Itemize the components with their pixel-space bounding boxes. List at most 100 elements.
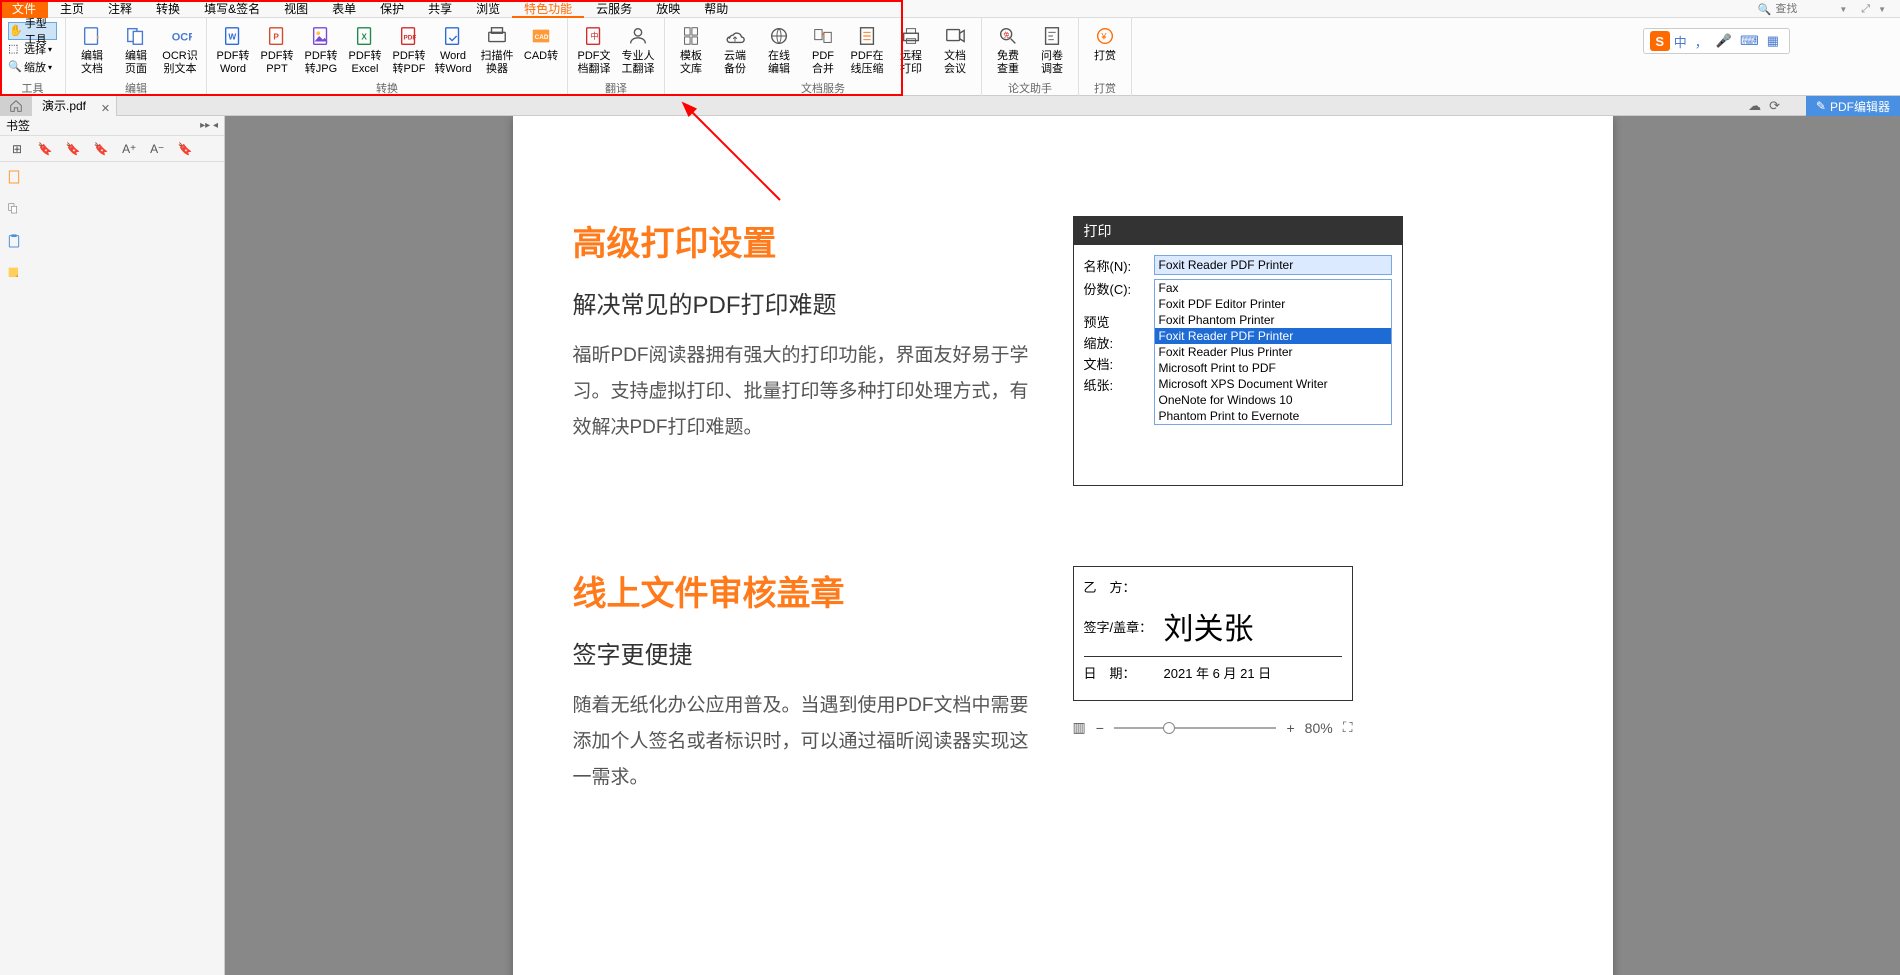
ime-keyboard-icon[interactable]: ⌨: [1740, 33, 1759, 49]
hand-tool[interactable]: ✋手型工具: [8, 22, 57, 40]
template-button[interactable]: 模板 文库: [669, 20, 713, 76]
meeting-button[interactable]: 文档 会议: [933, 20, 977, 76]
group-paper-label: 论文助手: [986, 80, 1074, 94]
pdf-editor-button[interactable]: ✎ PDF编辑器: [1806, 96, 1900, 116]
section1-heading: 高级打印设置: [573, 216, 1043, 265]
zoom-slider[interactable]: [1114, 727, 1277, 729]
bm-delete-icon[interactable]: 🔖: [92, 140, 110, 158]
sidetab-pages[interactable]: [3, 198, 25, 220]
ime-punct-icon[interactable]: ，: [1695, 32, 1708, 51]
pdf-page: 高级打印设置 解决常见的PDF打印难题 福昕PDF阅读器拥有强大的打印功能，界面…: [513, 116, 1613, 975]
document-tab[interactable]: 演示.pdf✕: [32, 96, 117, 116]
remote-print-button[interactable]: 远程 打印: [889, 20, 933, 76]
pdf-to-word-button[interactable]: WPDF转 Word: [211, 20, 255, 76]
sidetab-clipboard[interactable]: [3, 230, 25, 252]
reward-button[interactable]: ¥打赏: [1083, 20, 1127, 63]
menu-form[interactable]: 表单: [320, 0, 368, 18]
document-canvas[interactable]: 高级打印设置 解决常见的PDF打印难题 福昕PDF阅读器拥有强大的打印功能，界面…: [225, 116, 1900, 975]
menu-share[interactable]: 共享: [416, 0, 464, 18]
section2-paragraph: 随着无纸化办公应用普及。当遇到使用PDF文档中需要添加个人签名或者标识时，可以通…: [573, 688, 1043, 796]
pdf-translate-button[interactable]: 中PDF文 档翻译: [572, 20, 616, 76]
printer-option: Microsoft XPS Document Writer: [1155, 376, 1391, 392]
side-tabs: [0, 162, 28, 284]
menu-comment[interactable]: 注释: [96, 0, 144, 18]
edit-doc-button[interactable]: 编辑 文档: [70, 20, 114, 76]
cad-button[interactable]: CADCAD转: [519, 20, 563, 63]
fullscreen-icon[interactable]: ⛶: [1343, 719, 1353, 736]
printer-option: Phantom Print to Evernote: [1155, 408, 1391, 424]
word-convert-button[interactable]: Word 转Word: [431, 20, 475, 76]
pdf-to-jpg-button[interactable]: PDF转 转JPG: [299, 20, 343, 76]
sidetab-notes[interactable]: [3, 262, 25, 284]
printer-list: FaxFoxit PDF Editor PrinterFoxit Phantom…: [1154, 279, 1392, 425]
menu-protect[interactable]: 保护: [368, 0, 416, 18]
ime-mic-icon[interactable]: 🎤: [1716, 33, 1732, 49]
pdf-to-ppt-button[interactable]: PPDF转 PPT: [255, 20, 299, 76]
work-area: 书签 ▸▸ ◂ ⊞ 🔖 🔖 🔖 A+ A− 🔖 高级打印设置 解决常见的PDF打…: [0, 116, 1900, 975]
ime-bar[interactable]: S 中 ， 🎤 ⌨ ▦: [1643, 28, 1790, 54]
svg-text:免: 免: [1003, 30, 1010, 39]
zoom-tool[interactable]: 🔍缩放▾: [8, 58, 57, 76]
printer-option: Foxit Reader Plus Printer: [1155, 344, 1391, 360]
sogou-logo-icon: S: [1650, 31, 1670, 51]
pdf-merge-button[interactable]: PDF 合并: [801, 20, 845, 76]
panel-collapse-icon[interactable]: ▸▸ ◂: [200, 120, 218, 131]
zoom-in-button[interactable]: +: [1286, 720, 1294, 736]
search-dropdown-icon[interactable]: ▼: [1839, 5, 1847, 14]
menu-view[interactable]: 视图: [272, 0, 320, 18]
edit-page-button[interactable]: 编辑 页面: [114, 20, 158, 76]
expand-icon[interactable]: ⤢: [1861, 3, 1870, 16]
menu-cloud[interactable]: 云服务: [584, 0, 644, 18]
ime-grid-icon[interactable]: ▦: [1767, 33, 1779, 49]
svg-text:中: 中: [590, 31, 598, 41]
menu-fillsign[interactable]: 填写&签名: [192, 0, 272, 18]
group-convert-label: 转换: [211, 80, 563, 94]
menu-special[interactable]: 特色功能: [512, 0, 584, 18]
survey-button[interactable]: 问卷 调查: [1030, 20, 1074, 76]
bm-fontdown-icon[interactable]: A−: [148, 140, 166, 158]
print-name-value: Foxit Reader PDF Printer: [1154, 255, 1392, 275]
zoom-out-button[interactable]: −: [1096, 720, 1104, 736]
print-preview-label: 预览: [1084, 312, 1154, 331]
home-tab[interactable]: [0, 96, 32, 116]
scan-button[interactable]: 扫描件 换器: [475, 20, 519, 76]
sign-date: 2021 年 6 月 21 日: [1164, 663, 1272, 682]
menu-play[interactable]: 放映: [644, 0, 692, 18]
free-check-button[interactable]: 免免费 查重: [986, 20, 1030, 76]
search-input[interactable]: [1775, 3, 1835, 15]
bm-expand-icon[interactable]: ⊞: [8, 140, 26, 158]
group-tool-label: 工具: [4, 80, 61, 94]
bm-search-icon[interactable]: 🔖: [176, 140, 194, 158]
menu-help[interactable]: 帮助: [692, 0, 740, 18]
menu-browse[interactable]: 浏览: [464, 0, 512, 18]
group-service-label: 文档服务: [669, 80, 977, 94]
human-translate-button[interactable]: 专业人 工翻译: [616, 20, 660, 76]
print-dialog-image: 打印 名称(N):Foxit Reader PDF Printer 份数(C):…: [1073, 216, 1403, 486]
close-tab-icon[interactable]: ✕: [101, 99, 110, 119]
layout-icon[interactable]: ▥: [1073, 719, 1086, 736]
print-title: 打印: [1074, 217, 1402, 245]
ocr-button[interactable]: OCROCR识 别文本: [158, 20, 202, 76]
pdf-compress-button[interactable]: PDF在 线压缩: [845, 20, 889, 76]
cloud-backup-button[interactable]: 云端 备份: [713, 20, 757, 76]
sign-party-label: 乙 方：: [1084, 577, 1164, 596]
bm-goto-icon[interactable]: 🔖: [64, 140, 82, 158]
select-tool[interactable]: ⬚选择▾: [8, 40, 57, 58]
ime-lang[interactable]: 中: [1674, 32, 1687, 51]
svg-text:W: W: [228, 33, 236, 42]
search-icon[interactable]: 🔍: [1758, 3, 1772, 16]
bm-add-icon[interactable]: 🔖: [36, 140, 54, 158]
bm-fontup-icon[interactable]: A+: [120, 140, 138, 158]
zoom-bar: ▥ − + 80% ⛶: [1073, 719, 1353, 736]
svg-text:¥: ¥: [1100, 32, 1107, 42]
pdf-to-pdf-button[interactable]: PDFPDF转 转PDF: [387, 20, 431, 76]
chevron-down-icon[interactable]: ▼: [1878, 5, 1886, 14]
group-reward-label: 打赏: [1083, 80, 1127, 94]
print-paper-label: 纸张:: [1084, 375, 1154, 394]
menu-convert[interactable]: 转换: [144, 0, 192, 18]
pdf-to-excel-button[interactable]: XPDF转 Excel: [343, 20, 387, 76]
online-edit-button[interactable]: 在线 编辑: [757, 20, 801, 76]
sidetab-bookmark[interactable]: [3, 166, 25, 188]
sync-icon[interactable]: ⟳: [1769, 98, 1780, 114]
cloud-icon[interactable]: ☁: [1748, 98, 1761, 114]
